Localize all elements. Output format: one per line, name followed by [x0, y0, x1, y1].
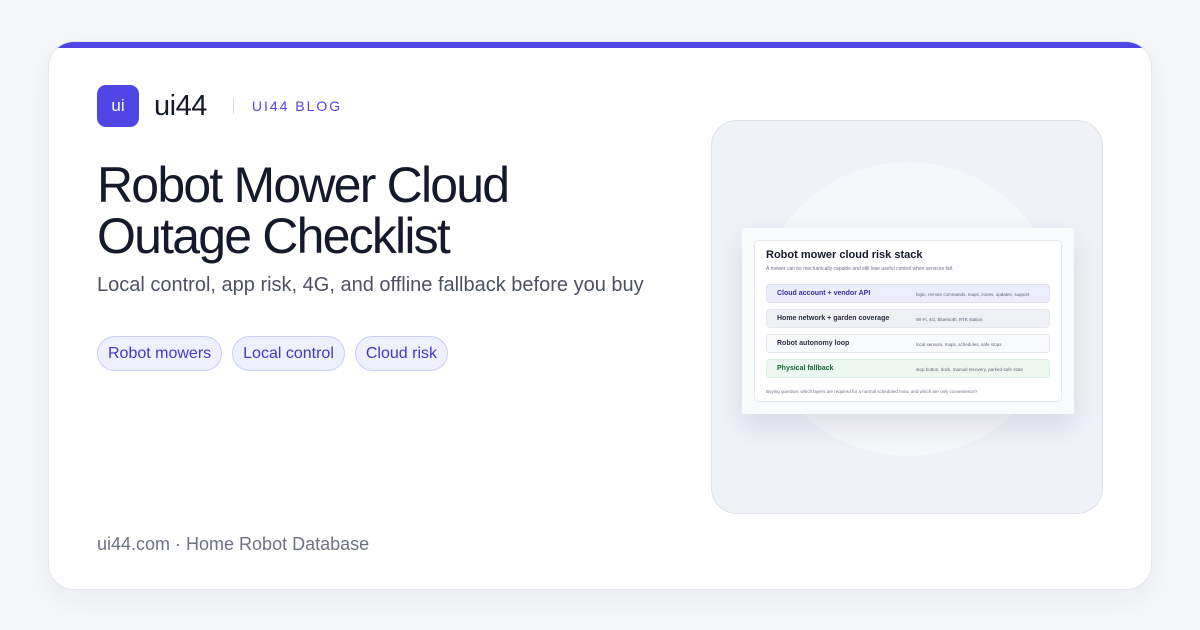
risk-row-detail: stop button, dock, manual recovery, park… — [916, 367, 1023, 372]
preview-screenshot: Robot mower cloud risk stack A mower can… — [742, 228, 1074, 414]
brand-name: ui44 — [154, 89, 207, 122]
risk-row-detail: local sensors, maps, schedules, safe sto… — [916, 342, 1002, 347]
tag-robot-mowers: Robot mowers — [97, 336, 223, 371]
risk-stack-card: Robot mower cloud risk stack A mower can… — [754, 240, 1062, 402]
brand-divider — [232, 98, 234, 114]
risk-row-cloud: Cloud account + vendor API login, remote… — [766, 284, 1050, 303]
accent-bar — [49, 42, 1151, 48]
site-footer: ui44.com · Home Robot Database — [97, 534, 370, 554]
risk-row-fallback: Physical fallback stop button, dock, man… — [766, 359, 1050, 378]
tag-local-control: Local control — [232, 336, 345, 371]
risk-row-network: Home network + garden coverage Wi-Fi, 4G… — [766, 309, 1050, 328]
risk-stack-subtitle: A mower can be mechanically capable and … — [766, 266, 954, 272]
buying-question: Buying question: which layers are requir… — [766, 389, 978, 394]
risk-row-label: Home network + garden coverage — [777, 315, 890, 322]
og-card: ui ui44 UI44 BLOG Robot Mower Cloud Outa… — [48, 41, 1152, 590]
brand-header: ui ui44 UI44 BLOG — [97, 85, 342, 127]
risk-row-detail: login, remote commands, maps, zones, upd… — [916, 292, 1030, 297]
risk-row-autonomy: Robot autonomy loop local sensors, maps,… — [766, 334, 1050, 353]
article-subtitle: Local control, app risk, 4G, and offline… — [97, 274, 644, 296]
tag-cloud-risk: Cloud risk — [354, 336, 449, 371]
risk-row-detail: Wi-Fi, 4G, Bluetooth, RTK station — [916, 317, 983, 322]
risk-row-label: Robot autonomy loop — [777, 340, 850, 347]
ui44-logo: ui — [97, 85, 139, 127]
risk-row-label: Physical fallback — [777, 365, 834, 372]
preview-panel: Robot mower cloud risk stack A mower can… — [711, 120, 1103, 514]
tag-list: Robot mowers Local control Cloud risk — [97, 336, 449, 371]
blog-section-label: UI44 BLOG — [251, 98, 343, 114]
risk-row-label: Cloud account + vendor API — [777, 290, 871, 297]
risk-stack-title: Robot mower cloud risk stack — [766, 249, 923, 261]
article-title: Robot Mower Cloud Outage Checklist — [97, 157, 510, 264]
